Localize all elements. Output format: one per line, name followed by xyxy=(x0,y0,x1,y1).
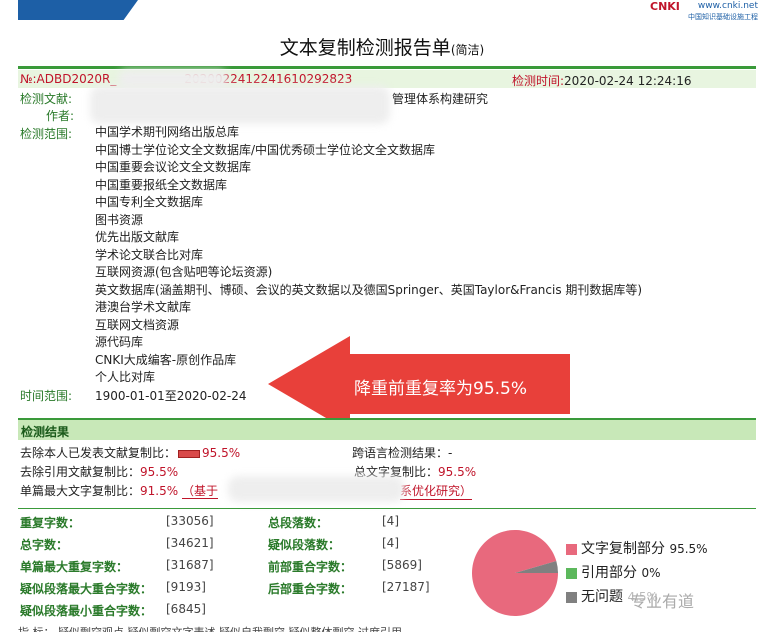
stat-label: 总段落数： xyxy=(268,516,329,530)
copy-pie-chart xyxy=(472,530,558,616)
stat-label: 疑似段落最小重合字数： xyxy=(20,604,153,618)
scope-item: 学术论文联合比对库 xyxy=(95,247,204,262)
time-range-label: 时间范围: xyxy=(20,389,73,403)
scope-item: 互联网资源(包含贴吧等论坛资源) xyxy=(95,265,273,279)
stat-value: [27187] xyxy=(382,580,430,594)
cite-excluded-value: 95.5% xyxy=(140,465,179,479)
max-single-ratio: 单篇最大文字复制比：91.5% （基于 xyxy=(20,482,218,499)
left-logo xyxy=(18,0,138,20)
stat-label: 重复字数： xyxy=(20,516,81,530)
legend-swatch-copy xyxy=(566,543,577,555)
max-single-value: 91.5% xyxy=(140,484,179,498)
max-single-source-open[interactable]: （基于 xyxy=(181,484,218,499)
scope-item: 优先出版文献库 xyxy=(95,230,180,244)
scope-item: 互联网文档资源 xyxy=(95,317,180,332)
time-range-value: 1900-01-01至2020-02-24 xyxy=(95,389,247,403)
cross-language-value: - xyxy=(448,446,453,460)
detect-time: 检测时间:2020-02-24 12:24:16 xyxy=(512,72,692,89)
right-logo: CNKI www.cnki.net 中国知识基础设施工程 xyxy=(650,0,758,24)
legend-label-copy: 文字复制部分 xyxy=(581,541,665,557)
scope-label: 检测范围: xyxy=(20,127,73,141)
stat-label: 后部重合字数： xyxy=(268,582,353,596)
stat-label: 单篇最大重复字数： xyxy=(20,560,129,574)
stat-value: [4] xyxy=(382,536,399,550)
total-copy-value: 95.5% xyxy=(438,465,477,479)
report-title: 文本复制检测报告单(简洁) xyxy=(0,33,764,60)
scope-item: 中国博士学位论文全文数据库/中国优秀硕士学位论文全文数据库 xyxy=(95,142,436,157)
scope-item: 中国学术期刊网络出版总库 xyxy=(95,125,240,139)
cnki-subtitle: 中国知识基础设施工程 xyxy=(688,13,758,21)
results-heading: 检测结果 xyxy=(21,425,70,439)
scope-item: 图书资源 xyxy=(95,212,144,227)
cite-excluded-label: 去除引用文献复制比： xyxy=(20,465,141,479)
stat-value: [34621] xyxy=(166,536,214,550)
cnki-logo-text: CNKI xyxy=(650,0,680,13)
stat-value: [33056] xyxy=(166,514,214,528)
stats-separator xyxy=(18,508,756,509)
indicator-row: 指 标： 疑似剽窃观点 疑似剽窃文字表述 疑似自我剽窃 疑似整体剽窃 过度引用 xyxy=(18,624,402,632)
stat-value: [31687] xyxy=(166,558,214,572)
stat-value: [6845] xyxy=(166,602,206,616)
doc-label: 检测文献: xyxy=(20,92,73,106)
scope-item: 中国重要报纸全文数据库 xyxy=(95,177,228,192)
legend-label-ok: 无问题 xyxy=(581,589,623,605)
detect-time-value: 2020-02-24 12:24:16 xyxy=(564,74,692,88)
scope-item: 英文数据库(涵盖期刊、博硕、会议的英文数据以及德国Springer、英国Tayl… xyxy=(95,282,643,297)
doc-title-tail: 管理体系构建研究 xyxy=(392,92,489,106)
legend-value-copy: 95.5% xyxy=(669,542,708,556)
legend-label-cite: 引用部分 xyxy=(581,565,637,581)
doc-title-redaction xyxy=(90,86,390,124)
stat-value: [5869] xyxy=(382,558,422,572)
cross-language-label: 跨语言检测结果： xyxy=(352,446,449,460)
scope-item: 中国重要会议论文全文数据库 xyxy=(95,160,252,174)
self-excluded-label: 去除本人已发表文献复制比： xyxy=(20,446,177,460)
cross-language-result: 跨语言检测结果：- xyxy=(352,444,452,461)
pie-legend-copy: 文字复制部分 95.5% xyxy=(566,538,708,558)
report-id-prefix: №:ADBD2020R_ xyxy=(20,72,117,86)
annotation-text: 降重前重复率为95.5% xyxy=(354,379,528,399)
stat-value: [4] xyxy=(382,514,399,528)
legend-swatch-ok xyxy=(566,591,577,603)
author-label: 作者: xyxy=(46,109,75,123)
legend-swatch-cite xyxy=(566,567,577,579)
stat-value: [9193] xyxy=(166,580,206,594)
source-redaction xyxy=(228,476,404,502)
stat-label: 总字数： xyxy=(20,538,69,552)
watermark-text: 专业有道 xyxy=(630,592,695,611)
report-title-main: 文本复制检测报告单 xyxy=(279,37,451,59)
legend-value-cite: 0% xyxy=(641,566,661,580)
report-title-suffix: (简洁) xyxy=(450,43,485,57)
pie-legend-cite: 引用部分 0% xyxy=(566,562,661,582)
results-heading-bar: 检测结果 xyxy=(18,418,756,440)
scope-item: 港澳台学术文献库 xyxy=(95,300,192,314)
scope-item: 中国专利全文数据库 xyxy=(95,195,204,209)
top-rule xyxy=(18,66,756,69)
stat-label: 前部重合字数： xyxy=(268,560,353,574)
cite-excluded-ratio: 去除引用文献复制比：95.5% xyxy=(20,463,178,480)
max-single-label: 单篇最大文字复制比： xyxy=(20,484,141,498)
self-excluded-ratio: 去除本人已发表文献复制比： 95.5% xyxy=(20,444,240,461)
detect-time-label: 检测时间: xyxy=(512,74,565,88)
ratio-bar-swatch xyxy=(178,449,201,458)
stat-label: 疑似段落数： xyxy=(268,538,341,552)
self-excluded-value: 95.5% xyxy=(202,446,241,460)
stat-label: 疑似段落最大重合字数： xyxy=(20,582,153,596)
max-single-source-close[interactable]: 系优化研究） xyxy=(400,482,473,500)
